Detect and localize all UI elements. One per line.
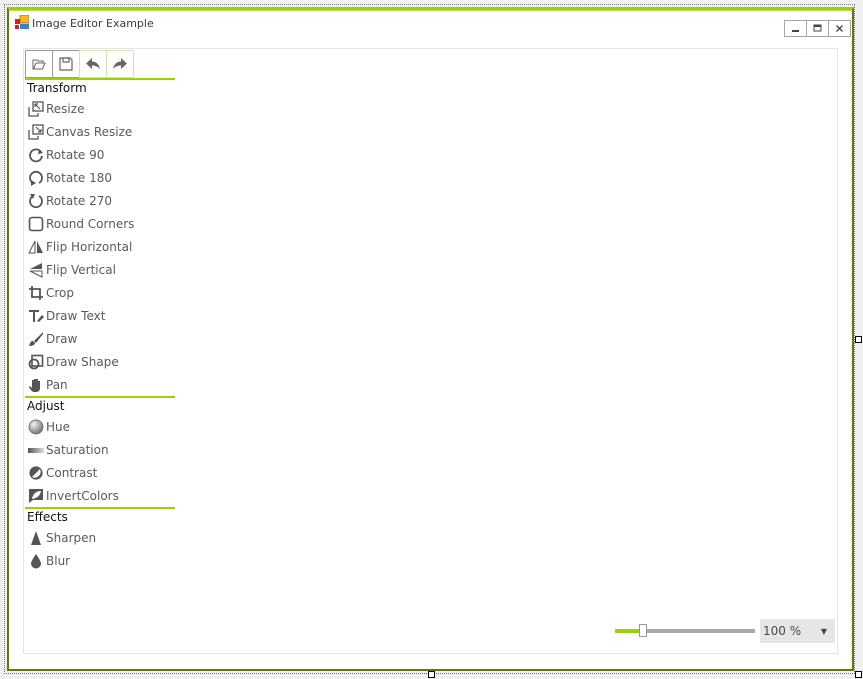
save-icon [59,57,73,71]
minimize-icon [792,30,799,32]
tool-label: Rotate 270 [46,194,113,208]
pan-icon [29,379,40,392]
contrast-icon [29,466,43,480]
crop-icon [29,286,43,300]
tool-label: InvertColors [46,489,119,503]
close-button[interactable] [828,20,851,37]
chevron-down-icon: ▼ [820,626,827,636]
folder-open-icon [32,59,46,70]
group-divider [25,78,175,80]
tool-canvas-resize[interactable]: Canvas Resize [27,122,132,142]
resize-handle-corner[interactable] [855,671,862,678]
maximize-button[interactable] [806,20,829,37]
app-icon [15,15,29,29]
tool-pan[interactable]: Pan [27,375,68,395]
image-editor: Transform Resize Canvas Resize Rotate 90… [23,48,838,654]
canvas-resize-icon [28,124,44,140]
tool-label: Resize [46,102,85,116]
saturation-icon [28,448,44,453]
tool-label: Flip Vertical [46,263,116,277]
rotate-90-icon [29,148,43,163]
tool-flip-vertical[interactable]: Flip Vertical [27,260,116,280]
group-divider [25,507,175,509]
tool-contrast[interactable]: Contrast [27,463,97,483]
draw-text-icon [29,310,44,322]
minimize-button[interactable] [784,20,807,37]
tool-invert-colors[interactable]: InvertColors [27,486,119,506]
tool-label: Rotate 180 [46,171,113,185]
tool-label: Blur [46,554,71,568]
group-divider [25,396,175,398]
resize-handle-right[interactable] [855,336,862,343]
rotate-270-icon [29,194,43,209]
redo-icon [113,58,127,69]
draw-icon [29,332,43,346]
tool-label: Draw Text [46,309,106,323]
tool-label: Round Corners [46,217,135,231]
zoom-slider-thumb[interactable] [639,624,647,637]
tool-rotate-90[interactable]: Rotate 90 [27,145,104,165]
toolbar [25,50,134,78]
tool-label: Draw [46,332,78,346]
draw-shape-icon [28,354,44,370]
tool-draw-text[interactable]: Draw Text [27,306,105,326]
save-button[interactable] [52,50,80,78]
redo-button[interactable] [106,50,134,78]
tool-draw-shape[interactable]: Draw Shape [27,352,119,372]
sharpen-icon [31,531,41,545]
app-window: Image Editor Example Transform Resize Ca… [7,7,854,671]
tool-resize[interactable]: Resize [27,99,84,119]
group-label-adjust: Adjust [27,399,65,413]
close-icon [836,25,843,32]
tool-label: Flip Horizontal [46,240,133,254]
undo-icon [86,58,100,69]
tool-label: Crop [46,286,75,300]
tool-draw[interactable]: Draw [27,329,77,349]
tool-rotate-270[interactable]: Rotate 270 [27,191,112,211]
zoom-slider[interactable] [615,621,755,641]
hue-icon [28,419,44,435]
invert-colors-icon [29,489,43,503]
zoom-value: 100 % [763,624,802,638]
group-label-transform: Transform [27,81,87,95]
rotate-180-icon [29,170,43,186]
tool-saturation[interactable]: Saturation [27,440,109,460]
tool-label: Sharpen [46,531,97,545]
tool-label: Canvas Resize [46,125,133,139]
blur-icon [31,554,41,569]
open-button[interactable] [25,50,53,78]
window-title: Image Editor Example [32,17,154,30]
flip-vertical-icon [29,263,43,278]
maximize-icon [813,24,822,32]
tool-blur[interactable]: Blur [27,551,70,571]
window-controls [784,20,851,37]
flip-horizontal-icon [28,240,43,254]
resize-icon [28,101,44,117]
tool-label: Contrast [46,466,98,480]
tool-label: Pan [46,378,68,392]
round-corners-icon [28,216,44,232]
tool-label: Saturation [46,443,109,457]
zoom-slider-fill [615,629,641,633]
tool-hue[interactable]: Hue [27,417,70,437]
tool-round-corners[interactable]: Round Corners [27,214,134,234]
resize-handle-bottom[interactable] [428,671,435,678]
tool-rotate-180[interactable]: Rotate 180 [27,168,112,188]
tool-flip-horizontal[interactable]: Flip Horizontal [27,237,132,257]
undo-button[interactable] [79,50,107,78]
tool-label: Hue [46,420,71,434]
tool-sharpen[interactable]: Sharpen [27,528,96,548]
tool-label: Rotate 90 [46,148,105,162]
tool-label: Draw Shape [46,355,119,369]
tool-crop[interactable]: Crop [27,283,74,303]
zoom-dropdown[interactable]: 100 % ▼ [760,619,835,643]
group-label-effects: Effects [27,510,68,524]
